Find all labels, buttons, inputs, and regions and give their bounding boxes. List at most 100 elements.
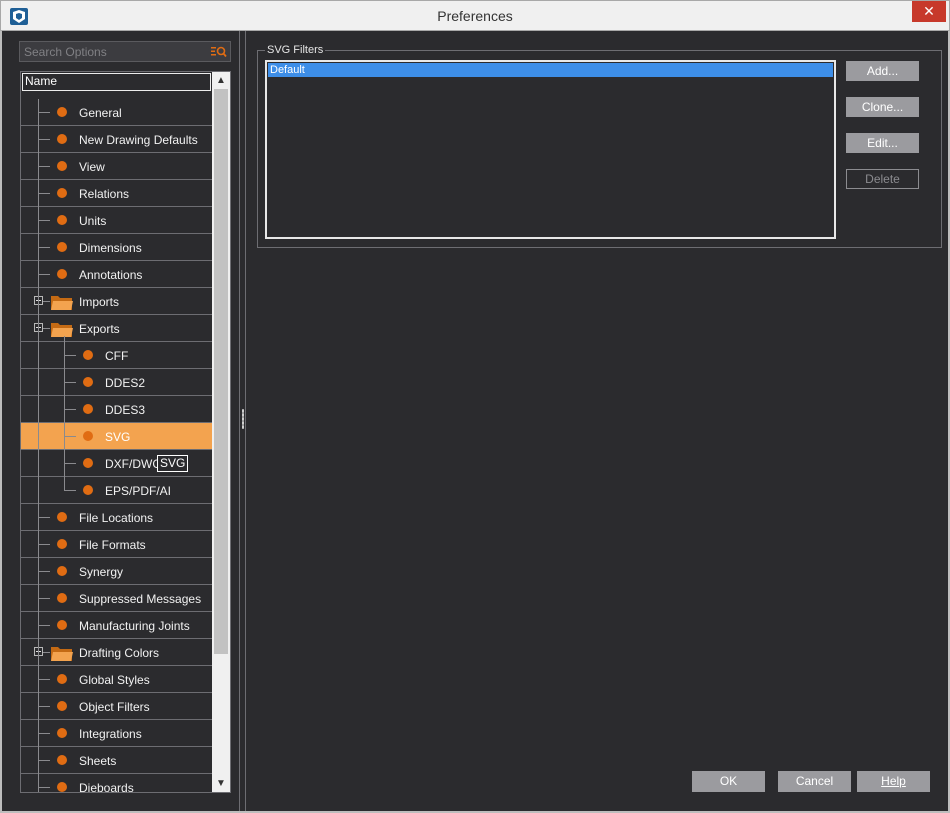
- tree-item-label: Units: [79, 214, 107, 228]
- orange-dot-icon: [83, 458, 93, 468]
- search-box: [19, 41, 231, 62]
- orange-dot-icon: [57, 269, 67, 279]
- tree-item[interactable]: New Drawing Defaults: [21, 126, 212, 153]
- tree-item[interactable]: EPS/PDF/AI: [21, 477, 212, 504]
- tree-item[interactable]: Manufacturing Joints: [21, 612, 212, 639]
- cancel-button[interactable]: Cancel: [778, 771, 851, 792]
- chevron-up-icon[interactable]: ▲: [212, 72, 230, 89]
- window-title: Preferences: [437, 8, 513, 24]
- tree-item[interactable]: General: [21, 99, 212, 126]
- tree-item-label: View: [79, 160, 105, 174]
- tree-connector: [64, 382, 76, 383]
- tree-connector: [38, 99, 39, 792]
- tree-item[interactable]: Suppressed Messages: [21, 585, 212, 612]
- tree-item[interactable]: Integrations: [21, 720, 212, 747]
- ok-button[interactable]: OK: [692, 771, 765, 792]
- tree-item[interactable]: View: [21, 153, 212, 180]
- tree-item[interactable]: CFF: [21, 342, 212, 369]
- tree-item-label: Global Styles: [79, 673, 150, 687]
- folder-icon: [51, 647, 73, 661]
- chevron-down-icon[interactable]: ▼: [212, 775, 230, 792]
- tree-item[interactable]: File Locations: [21, 504, 212, 531]
- delete-button[interactable]: Delete: [846, 169, 919, 189]
- help-button[interactable]: Help: [857, 771, 930, 792]
- tree-item-label: Relations: [79, 187, 130, 201]
- tree-item-label: Synergy: [79, 565, 124, 579]
- orange-dot-icon: [57, 566, 67, 576]
- svg-filters-list[interactable]: Default: [265, 60, 836, 239]
- close-button[interactable]: ✕: [912, 1, 946, 22]
- edit-button[interactable]: Edit...: [846, 133, 919, 153]
- tree-item[interactable]: Annotations: [21, 261, 212, 288]
- splitter-grip-icon: [242, 409, 244, 429]
- tree-item[interactable]: Relations: [21, 180, 212, 207]
- tree-item-label: Integrations: [79, 727, 142, 741]
- panel-splitter[interactable]: [239, 31, 246, 811]
- orange-dot-icon: [57, 674, 67, 684]
- tree-scrollbar[interactable]: ▲ ▼: [212, 72, 230, 792]
- orange-dot-icon: [57, 620, 67, 630]
- tree-connector: [38, 598, 50, 599]
- tree-column-header[interactable]: Name: [22, 73, 211, 91]
- tree-item-label: Annotations: [79, 268, 143, 282]
- tree-item-label: File Locations: [79, 511, 154, 525]
- tree-connector: [64, 355, 76, 356]
- orange-dot-icon: [83, 431, 93, 441]
- tree-item[interactable]: Imports: [21, 288, 212, 315]
- tree-item[interactable]: Sheets: [21, 747, 212, 774]
- orange-dot-icon: [57, 188, 67, 198]
- tree-item[interactable]: Dimensions: [21, 234, 212, 261]
- preferences-window: Name General New Drawing Defaults View Rela…: [0, 31, 950, 813]
- tree-item-label: Object Filters: [79, 700, 150, 714]
- tree-item-label: EPS/PDF/AI: [105, 484, 172, 498]
- folder-icon: [51, 323, 73, 337]
- tree-item[interactable]: Global Styles: [21, 666, 212, 693]
- tree-item[interactable]: Units: [21, 207, 212, 234]
- tree-item[interactable]: DDES3: [21, 396, 212, 423]
- tree-item[interactable]: Dieboards: [21, 774, 212, 792]
- tree-connector: [38, 193, 50, 194]
- orange-dot-icon: [83, 350, 93, 360]
- tree-connector: [38, 166, 50, 167]
- tree-connector: [64, 409, 76, 410]
- tree-item-label: New Drawing Defaults: [79, 133, 198, 147]
- tree-rows: General New Drawing Defaults View Relations…: [21, 99, 212, 792]
- search-input[interactable]: [24, 44, 204, 59]
- search-filter-icon[interactable]: [211, 44, 227, 59]
- clone-button[interactable]: Clone...: [846, 97, 919, 117]
- tree-item-label: Imports: [79, 295, 120, 309]
- tree-item[interactable]: File Formats: [21, 531, 212, 558]
- tree-item[interactable]: DXF/DWG SVG: [21, 450, 212, 477]
- tree-item[interactable]: Exports: [21, 315, 212, 342]
- orange-dot-icon: [83, 377, 93, 387]
- orange-dot-icon: [83, 404, 93, 414]
- svg-filters-group: SVG Filters Default Add... Clone... Edit…: [257, 44, 942, 248]
- orange-dot-icon: [57, 782, 67, 792]
- inline-tooltip: SVG: [157, 455, 189, 472]
- add-button[interactable]: Add...: [846, 61, 919, 81]
- orange-dot-icon: [57, 242, 67, 252]
- tree-item-label: DDES3: [105, 403, 146, 417]
- right-panel: SVG Filters Default Add... Clone... Edit…: [246, 31, 948, 811]
- tree-item[interactable]: SVG: [21, 423, 212, 450]
- orange-dot-icon: [57, 107, 67, 117]
- tree-item-label: Sheets: [79, 754, 117, 768]
- tree-connector: [38, 733, 50, 734]
- tree-item[interactable]: Synergy: [21, 558, 212, 585]
- tree-item[interactable]: DDES2: [21, 369, 212, 396]
- tree-item-label: General: [79, 106, 122, 120]
- tree-connector: [38, 220, 50, 221]
- list-item[interactable]: Default: [268, 63, 833, 77]
- tree-item[interactable]: Object Filters: [21, 693, 212, 720]
- orange-dot-icon: [57, 512, 67, 522]
- tree-item-label: Drafting Colors: [79, 646, 160, 660]
- tree-item-label: CFF: [105, 349, 129, 363]
- tree-connector: [38, 787, 50, 788]
- tree-connector: [38, 517, 50, 518]
- tree-connector: [64, 490, 76, 491]
- orange-dot-icon: [57, 215, 67, 225]
- tree-item[interactable]: Drafting Colors: [21, 639, 212, 666]
- scroll-thumb[interactable]: [214, 89, 228, 654]
- title-bar: Preferences ✕: [0, 0, 950, 31]
- orange-dot-icon: [57, 161, 67, 171]
